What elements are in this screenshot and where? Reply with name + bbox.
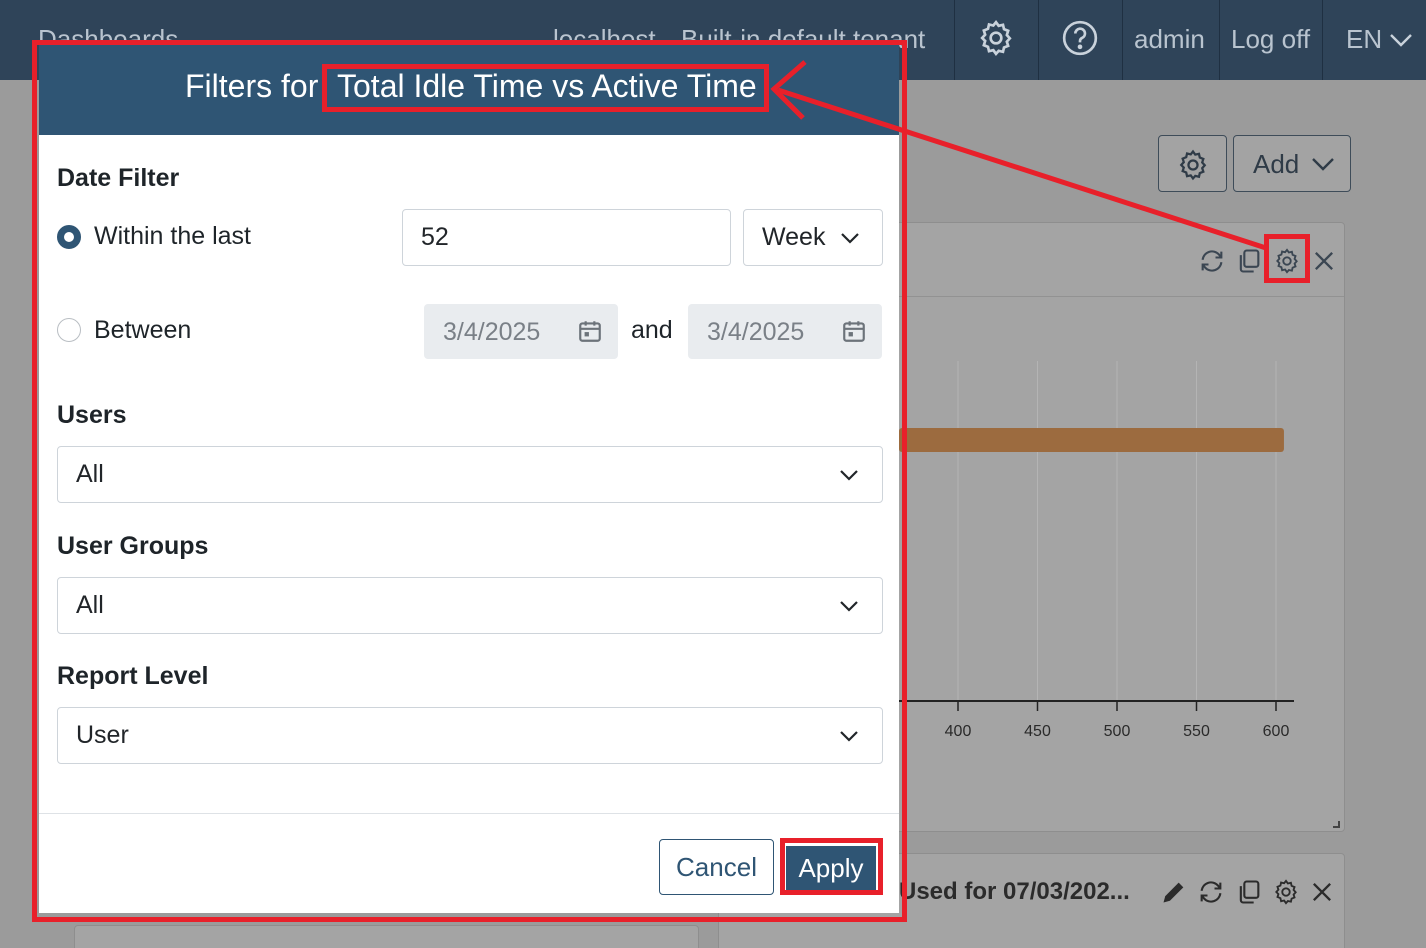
add-widget-button[interactable]: Add xyxy=(1233,135,1351,192)
user-menu[interactable]: admin xyxy=(1134,24,1205,55)
language-select[interactable]: EN xyxy=(1346,24,1382,55)
annotation-gear-highlight xyxy=(1264,234,1310,283)
close-icon[interactable] xyxy=(1308,878,1336,906)
widget-left-bottom xyxy=(74,925,699,948)
bar-0[interactable] xyxy=(899,428,1284,452)
widget2-title: Used for 07/03/202... xyxy=(899,878,1130,905)
gear-icon[interactable] xyxy=(1272,878,1300,906)
annotation-modal-outline xyxy=(32,40,907,922)
x-tick-label-1: 450 xyxy=(1024,723,1051,740)
refresh-icon[interactable] xyxy=(1197,878,1225,906)
x-tick-label-2: 500 xyxy=(1104,723,1131,740)
x-tick-label-0: 400 xyxy=(945,723,972,740)
dashboard-settings-button[interactable] xyxy=(1158,135,1227,192)
annotation-title-highlight xyxy=(322,64,769,112)
chevron-down-icon xyxy=(1312,158,1334,171)
copy-icon[interactable] xyxy=(1235,878,1263,906)
gear-icon xyxy=(1179,149,1207,181)
x-tick-label-3: 550 xyxy=(1183,723,1210,740)
question-circle-icon[interactable] xyxy=(1060,18,1100,58)
logoff-link[interactable]: Log off xyxy=(1231,24,1310,55)
annotation-apply-highlight xyxy=(780,838,883,895)
add-label: Add xyxy=(1253,149,1300,179)
x-tick-label-4: 600 xyxy=(1263,723,1290,740)
resize-handle[interactable] xyxy=(1331,819,1341,829)
pencil-icon[interactable] xyxy=(1160,878,1188,906)
chevron-down-icon xyxy=(1390,34,1412,47)
gear-icon[interactable] xyxy=(976,18,1016,58)
